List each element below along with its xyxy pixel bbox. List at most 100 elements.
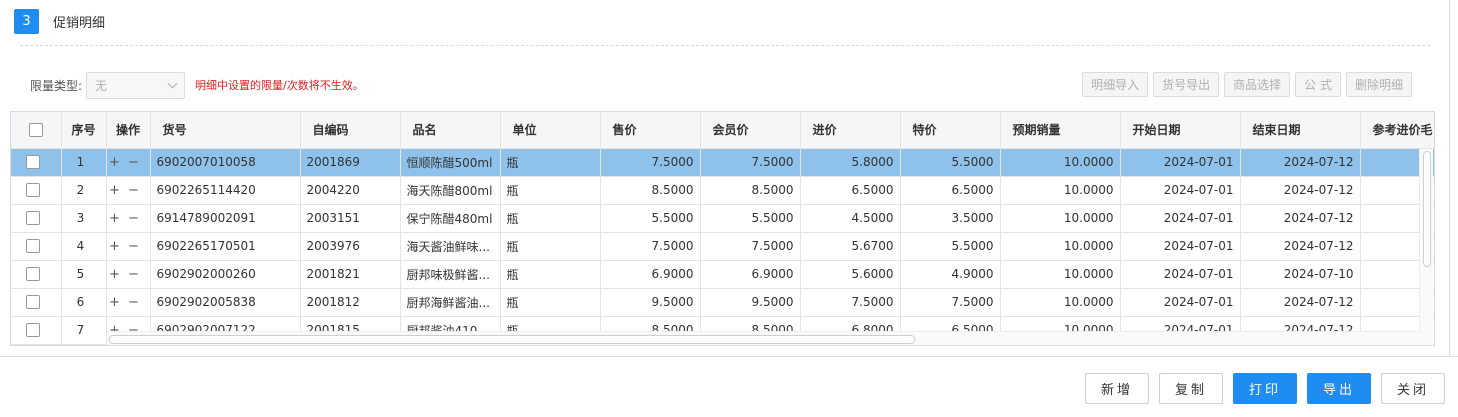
row-select-cell[interactable] [11, 204, 62, 233]
cell-end: 2024-07-12 [1240, 176, 1361, 205]
cell-name: 恒顺陈醋500ml [400, 148, 501, 177]
cell-special: 5.5000 [900, 148, 1001, 177]
table-row[interactable]: 6 + −6902902005838 2001812 厨邦海鲜酱油... 瓶 9.5000… [11, 288, 1434, 317]
limit-type-select[interactable]: 无 [86, 71, 186, 99]
cell-expected: 10.0000 [1000, 232, 1121, 261]
cell-end: 2024-07-10 [1240, 260, 1361, 289]
column-header[interactable]: 序号 [61, 112, 107, 149]
row-select-cell[interactable] [11, 232, 62, 261]
cell-cost: 6.5000 [800, 176, 901, 205]
column-header[interactable]: 结束日期 [1240, 112, 1361, 149]
vertical-scroll-thumb[interactable] [1423, 151, 1431, 267]
vertical-scrollbar[interactable] [1419, 149, 1433, 345]
cell-self-code: 2001869 [300, 148, 401, 177]
formula-button[interactable]: 公 式 [1295, 72, 1341, 97]
row-checkbox[interactable] [25, 267, 40, 282]
column-header[interactable]: 预期销量 [1000, 112, 1121, 149]
column-header[interactable]: 会员价 [700, 112, 801, 149]
cell-special: 3.5000 [900, 204, 1001, 233]
row-checkbox[interactable] [25, 295, 40, 310]
row-select-cell[interactable] [11, 288, 62, 317]
column-header[interactable]: 货号 [150, 112, 301, 149]
cell-cost: 5.6000 [800, 260, 901, 289]
close-button[interactable]: 关闭 [1381, 373, 1445, 404]
limit-warning-text: 明细中设置的限量/次数将不生效。 [195, 79, 364, 92]
column-header[interactable]: 参考进价毛 [1360, 112, 1434, 149]
footer-divider [0, 356, 1458, 357]
cell-ops[interactable]: + − [106, 204, 151, 233]
cell-cost: 4.5000 [800, 204, 901, 233]
cell-ops[interactable]: + − [106, 176, 151, 205]
row-select-cell[interactable] [11, 148, 62, 177]
cell-unit: 瓶 [500, 260, 601, 289]
table-row[interactable]: 5 + −6902902000260 2001821 厨邦味极鲜酱... 瓶 6.9000… [11, 260, 1434, 289]
cell-member-price: 5.5000 [700, 204, 801, 233]
row-checkbox[interactable] [25, 211, 40, 226]
row-checkbox[interactable] [25, 323, 40, 338]
cell-unit: 瓶 [500, 288, 601, 317]
detail-toolbar: 明细导入 货号导出 商品选择 公 式 删除明细 [1082, 72, 1412, 97]
row-select-cell[interactable] [11, 316, 62, 345]
code-export-button[interactable]: 货号导出 [1153, 72, 1220, 97]
column-header[interactable]: 操作 [106, 112, 151, 149]
column-header[interactable]: 单位 [500, 112, 601, 149]
table-header-row: 序号 操作 货号 自编码 品名 单位 售价 会员价 进价 特价 预期销量 开始日… [11, 112, 1434, 149]
row-checkbox[interactable] [25, 239, 40, 254]
column-header[interactable]: 品名 [400, 112, 501, 149]
cell-start: 2024-07-01 [1120, 232, 1241, 261]
goods-select-button[interactable]: 商品选择 [1224, 72, 1291, 97]
table-row[interactable]: 1 + −6902007010058 2001869 恒顺陈醋500ml 瓶 7.5000… [11, 148, 1434, 177]
cell-price: 6.9000 [600, 260, 701, 289]
copy-button[interactable]: 复制 [1159, 373, 1223, 404]
column-header[interactable]: 开始日期 [1120, 112, 1241, 149]
row-select-cell[interactable] [11, 260, 62, 289]
print-button[interactable]: 打印 [1233, 373, 1297, 404]
table-row[interactable]: 2 + −6902265114420 2004220 海天陈醋800ml 瓶 8.5000… [11, 176, 1434, 205]
cell-price: 7.5000 [600, 232, 701, 261]
add-button[interactable]: 新增 [1085, 373, 1149, 404]
cell-expected: 10.0000 [1000, 260, 1121, 289]
footer-actions: 新增 复制 打印 导出 关闭 [1085, 373, 1445, 404]
column-header[interactable]: 自编码 [300, 112, 401, 149]
cell-end: 2024-07-12 [1240, 288, 1361, 317]
panel-right-border [1449, 0, 1450, 356]
table-row[interactable]: 3 + −6914789002091 2003151 保宁陈醋480ml 瓶 5.5000… [11, 204, 1434, 233]
cell-special: 4.9000 [900, 260, 1001, 289]
cell-no: 4 [61, 232, 107, 261]
cell-ops[interactable]: + − [106, 148, 151, 177]
cell-start: 2024-07-01 [1120, 288, 1241, 317]
cell-expected: 10.0000 [1000, 204, 1121, 233]
section-title: 促销明细 [53, 15, 106, 31]
cell-unit: 瓶 [500, 204, 601, 233]
horizontal-scrollbar[interactable] [107, 331, 1420, 345]
cell-self-code: 2001821 [300, 260, 401, 289]
cell-end: 2024-07-12 [1240, 232, 1361, 261]
delete-detail-button[interactable]: 删除明细 [1345, 72, 1412, 97]
cell-expected: 10.0000 [1000, 176, 1121, 205]
export-button[interactable]: 导出 [1307, 373, 1371, 404]
row-select-cell[interactable] [11, 176, 62, 205]
cell-name: 海天酱油鲜味... [400, 232, 501, 261]
row-checkbox[interactable] [25, 183, 40, 198]
cell-price: 8.5000 [600, 176, 701, 205]
cell-member-price: 6.9000 [700, 260, 801, 289]
row-checkbox[interactable] [25, 155, 40, 170]
horizontal-scroll-thumb[interactable] [109, 335, 915, 344]
cell-code: 6914789002091 [150, 204, 301, 233]
cell-start: 2024-07-01 [1120, 260, 1241, 289]
cell-ops[interactable]: + − [106, 232, 151, 261]
detail-import-button[interactable]: 明细导入 [1082, 72, 1149, 97]
cell-name: 厨邦味极鲜酱... [400, 260, 501, 289]
cell-ops[interactable]: + − [106, 288, 151, 317]
cell-self-code: 2001812 [300, 288, 401, 317]
table-row[interactable]: 4 + −6902265170501 2003976 海天酱油鲜味... 瓶 7.5000… [11, 232, 1434, 261]
column-header[interactable]: 特价 [900, 112, 1001, 149]
column-header[interactable]: 进价 [800, 112, 901, 149]
column-header[interactable]: 售价 [600, 112, 701, 149]
cell-ops[interactable]: + − [106, 260, 151, 289]
cell-expected: 10.0000 [1000, 288, 1121, 317]
cell-code: 6902902000260 [150, 260, 301, 289]
select-all-cell[interactable] [11, 112, 62, 149]
cell-no: 1 [61, 148, 107, 177]
select-all-checkbox[interactable] [28, 123, 43, 137]
